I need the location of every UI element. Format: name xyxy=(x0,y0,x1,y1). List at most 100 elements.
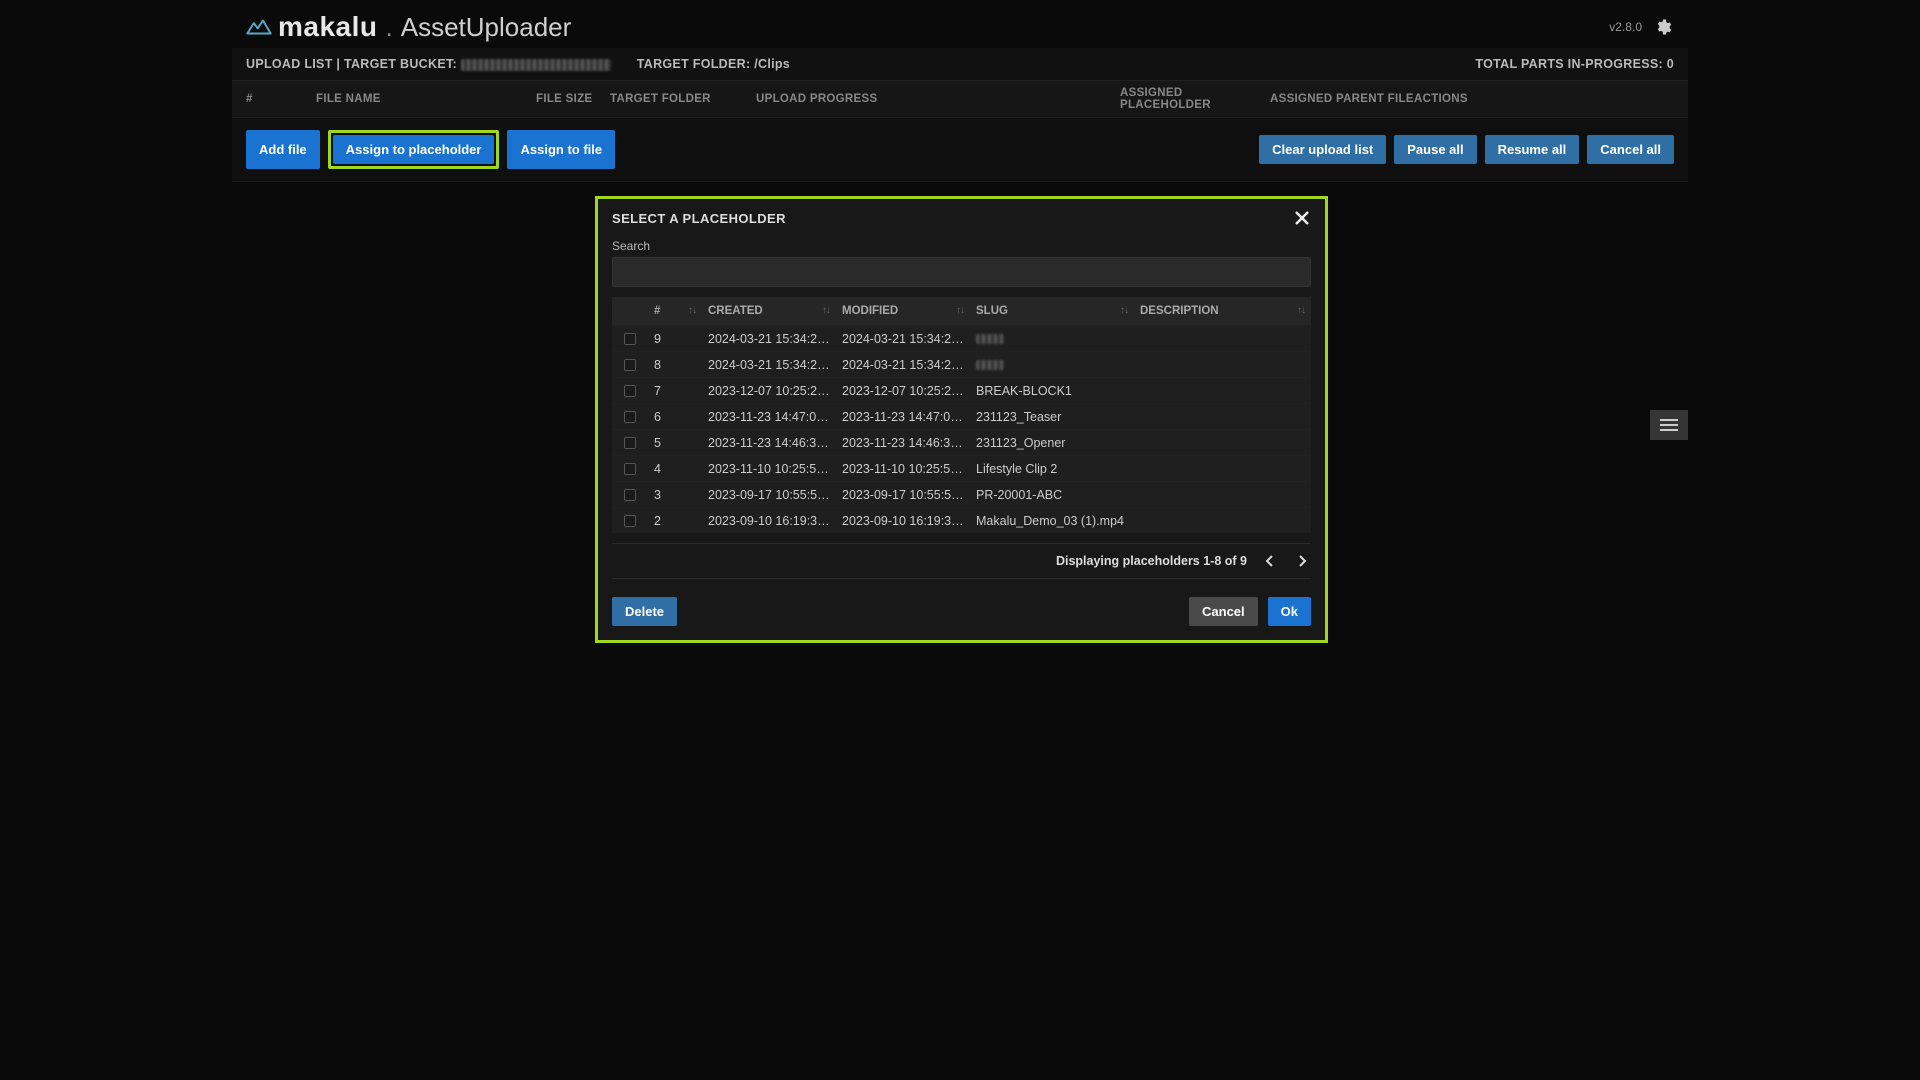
row-slug: 231123_Opener xyxy=(976,436,1065,450)
row-checkbox[interactable] xyxy=(624,515,636,527)
row-num: 5 xyxy=(648,436,702,450)
row-checkbox[interactable] xyxy=(624,489,636,501)
table-row[interactable]: 22023-09-10 16:19:31.672023-09-10 16:19:… xyxy=(612,507,1311,533)
row-slug: BREAK-BLOCK1 xyxy=(976,384,1072,398)
slug-redacted xyxy=(976,334,1004,344)
row-created: 2023-11-10 10:25:55.02 xyxy=(702,462,836,476)
row-modified: 2023-09-17 10:55:54.617 xyxy=(836,488,970,502)
upload-table-header: # FILE NAME FILE SIZE TARGET FOLDER UPLO… xyxy=(232,81,1688,118)
sort-icon: ↑↓ xyxy=(688,305,696,316)
row-modified: 2023-11-10 10:25:55.02 xyxy=(836,462,970,476)
action-toolbar: Add file Assign to placeholder Assign to… xyxy=(232,118,1688,182)
placeholder-table: #↑↓ CREATED↑↓ MODIFIED↑↓ SLUG↑↓ DESCRIPT… xyxy=(612,297,1311,533)
row-modified: 2023-11-23 14:47:08.36 xyxy=(836,410,970,424)
table-row[interactable]: 82024-03-21 15:34:22.7872024-03-21 15:34… xyxy=(612,351,1311,377)
placeholder-table-header: #↑↓ CREATED↑↓ MODIFIED↑↓ SLUG↑↓ DESCRIPT… xyxy=(612,297,1311,325)
version-label: v2.8.0 xyxy=(1609,20,1642,34)
modal-title: SELECT A PLACEHOLDER xyxy=(612,211,786,226)
pager-next-button[interactable] xyxy=(1293,552,1311,570)
close-icon xyxy=(1295,211,1309,225)
chevron-left-icon xyxy=(1265,555,1275,567)
gear-icon xyxy=(1654,18,1672,36)
sort-icon: ↑↓ xyxy=(956,305,964,316)
col-actions: ACTIONS xyxy=(1414,93,1674,105)
search-label: Search xyxy=(598,233,1325,257)
row-slug: Lifestyle Clip 2 xyxy=(976,462,1057,476)
pcol-num[interactable]: #↑↓ xyxy=(648,305,702,317)
upload-list-label: UPLOAD LIST | TARGET BUCKET: xyxy=(246,57,457,71)
modal-close-button[interactable] xyxy=(1293,209,1311,227)
col-file-name: FILE NAME xyxy=(316,93,536,105)
pcol-description[interactable]: DESCRIPTION↑↓ xyxy=(1134,305,1311,317)
total-parts-label: TOTAL PARTS IN-PROGRESS: xyxy=(1475,57,1663,71)
col-file-size: FILE SIZE xyxy=(536,93,610,105)
sort-icon: ↑↓ xyxy=(1120,305,1128,316)
row-num: 4 xyxy=(648,462,702,476)
table-row[interactable]: 92024-03-21 15:34:22.8872024-03-21 15:34… xyxy=(612,325,1311,351)
info-bar: UPLOAD LIST | TARGET BUCKET: TARGET FOLD… xyxy=(232,48,1688,81)
resume-all-button[interactable]: Resume all xyxy=(1485,135,1580,164)
row-created: 2023-12-07 10:25:25.92 xyxy=(702,384,836,398)
pause-all-button[interactable]: Pause all xyxy=(1394,135,1476,164)
row-modified: 2023-09-10 16:19:31.67 xyxy=(836,514,970,528)
assign-to-file-button[interactable]: Assign to file xyxy=(507,130,615,169)
row-checkbox[interactable] xyxy=(624,437,636,449)
sort-icon: ↑↓ xyxy=(1297,305,1305,316)
ok-button[interactable]: Ok xyxy=(1268,597,1311,626)
hamburger-icon xyxy=(1660,419,1678,431)
col-upload-progress: UPLOAD PROGRESS xyxy=(756,93,1120,105)
row-created: 2024-03-21 15:34:22.787 xyxy=(702,358,836,372)
delete-button[interactable]: Delete xyxy=(612,597,677,626)
pager-status: Displaying placeholders 1-8 of 9 xyxy=(1056,554,1247,568)
row-slug: Makalu_Demo_03 (1).mp4 xyxy=(976,514,1124,528)
row-modified: 2024-03-21 15:34:22.887 xyxy=(836,332,970,346)
col-hash: # xyxy=(246,93,316,105)
slug-redacted xyxy=(976,360,1004,370)
cancel-all-button[interactable]: Cancel all xyxy=(1587,135,1674,164)
row-num: 9 xyxy=(648,332,702,346)
row-checkbox[interactable] xyxy=(624,411,636,423)
clear-upload-list-button[interactable]: Clear upload list xyxy=(1259,135,1386,164)
select-placeholder-modal: SELECT A PLACEHOLDER Search #↑↓ CREATED↑… xyxy=(595,196,1328,643)
row-created: 2024-03-21 15:34:22.887 xyxy=(702,332,836,346)
table-row[interactable]: 52023-11-23 14:46:36.0972023-11-23 14:46… xyxy=(612,429,1311,455)
search-input[interactable] xyxy=(613,258,1310,286)
table-row[interactable]: 42023-11-10 10:25:55.022023-11-10 10:25:… xyxy=(612,455,1311,481)
makalu-icon xyxy=(246,18,272,36)
chevron-right-icon xyxy=(1297,555,1307,567)
col-assigned-placeholder: ASSIGNED PLACEHOLDER xyxy=(1120,87,1270,111)
add-file-button[interactable]: Add file xyxy=(246,130,320,169)
target-folder-label: TARGET FOLDER: xyxy=(637,57,751,71)
row-slug: 231123_Teaser xyxy=(976,410,1061,424)
app-logo: makalu . AssetUploader xyxy=(246,11,571,43)
row-created: 2023-09-17 10:55:54.617 xyxy=(702,488,836,502)
pcol-modified[interactable]: MODIFIED↑↓ xyxy=(836,305,970,317)
row-checkbox[interactable] xyxy=(624,463,636,475)
pager-prev-button[interactable] xyxy=(1261,552,1279,570)
pcol-slug[interactable]: SLUG↑↓ xyxy=(970,305,1134,317)
row-checkbox[interactable] xyxy=(624,359,636,371)
brand-dot: . xyxy=(386,12,393,43)
table-row[interactable]: 32023-09-17 10:55:54.6172023-09-17 10:55… xyxy=(612,481,1311,507)
pager: Displaying placeholders 1-8 of 9 xyxy=(612,543,1311,579)
pcol-created[interactable]: CREATED↑↓ xyxy=(702,305,836,317)
settings-button[interactable] xyxy=(1652,16,1674,38)
row-checkbox[interactable] xyxy=(624,385,636,397)
row-modified: 2023-11-23 14:46:36.097 xyxy=(836,436,970,450)
row-created: 2023-11-23 14:46:36.097 xyxy=(702,436,836,450)
assign-to-placeholder-button[interactable]: Assign to placeholder xyxy=(333,135,495,164)
sort-icon: ↑↓ xyxy=(822,305,830,316)
assign-placeholder-highlight: Assign to placeholder xyxy=(328,130,500,169)
top-bar: makalu . AssetUploader v2.8.0 xyxy=(232,0,1688,48)
target-bucket-value-redacted xyxy=(461,59,611,71)
table-row[interactable]: 62023-11-23 14:47:08.362023-11-23 14:47:… xyxy=(612,403,1311,429)
row-checkbox[interactable] xyxy=(624,333,636,345)
row-num: 8 xyxy=(648,358,702,372)
row-num: 3 xyxy=(648,488,702,502)
table-row[interactable]: 72023-12-07 10:25:25.922023-12-07 10:25:… xyxy=(612,377,1311,403)
row-modified: 2024-03-21 15:34:22.787 xyxy=(836,358,970,372)
side-panel-toggle[interactable] xyxy=(1650,410,1688,440)
row-num: 2 xyxy=(648,514,702,528)
total-parts-value: 0 xyxy=(1667,57,1674,71)
cancel-button[interactable]: Cancel xyxy=(1189,597,1258,626)
